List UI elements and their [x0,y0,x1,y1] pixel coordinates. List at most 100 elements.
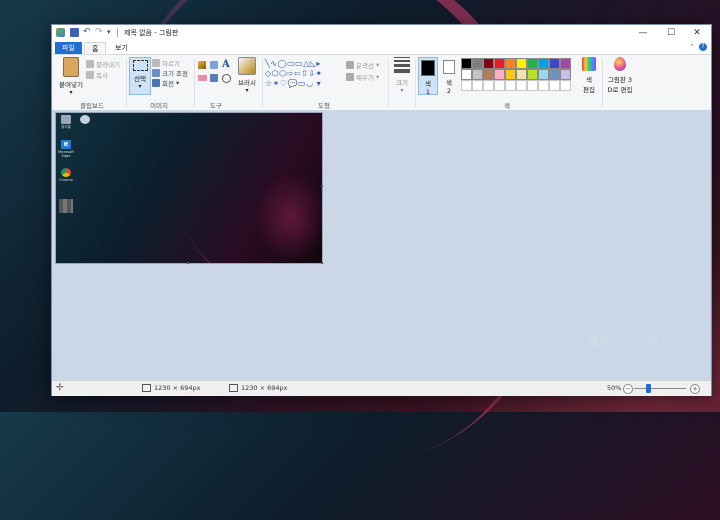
image-size-icon [229,384,238,392]
palette-swatch[interactable] [505,69,516,80]
magnifier-icon[interactable] [222,74,231,83]
tab-file[interactable]: 파일 [55,42,82,54]
color-picker-icon[interactable] [210,74,218,82]
palette-custom-slot[interactable] [505,80,516,91]
palette-custom-slot[interactable] [527,80,538,91]
palette-custom-slot[interactable] [560,80,571,91]
ribbon-separator [194,59,195,107]
window-title: 제목 없음 - 그림판 [124,29,179,37]
color2-number: 2 [446,87,452,95]
size-button[interactable]: 크기 ▾ [391,57,413,94]
shapes-row-3: ☆✶♡💬▭◡ ▾ [265,79,322,88]
palette-swatch[interactable] [560,58,571,69]
canvas-resize-handle[interactable] [321,185,323,187]
edit-colors-label-1: 색 [586,76,592,84]
palette-swatch[interactable] [538,58,549,69]
color2-button[interactable]: 색 2 [440,58,458,95]
palette-swatch[interactable] [483,69,494,80]
canvas-resize-handle[interactable] [321,262,323,264]
shapes-gallery[interactable]: ╲∿◯▭▭△◺▸ ◇⬠⬡⇨⇦⇧⇩✦ ☆✶♡💬▭◡ ▾ [265,59,343,89]
clipboard-group-label: 클립보드 [80,102,104,110]
palette-swatch[interactable] [516,69,527,80]
outline-button[interactable]: 윤곽선 ▾ [346,60,379,70]
ribbon-separator [126,59,127,107]
cut-label: 잘라내기 [96,61,120,69]
palette-swatch[interactable] [527,58,538,69]
zoom-out-button[interactable]: − [623,384,633,394]
palette-swatch[interactable] [527,69,538,80]
color1-number: 1 [425,88,431,96]
fill-bucket-icon[interactable] [210,61,218,69]
resize-button[interactable]: 크기 조정 [152,68,188,78]
palette-swatch[interactable] [494,58,505,69]
palette-swatch[interactable] [483,58,494,69]
palette-custom-slot[interactable] [494,80,505,91]
maximize-button[interactable]: ☐ [658,25,684,41]
pencil-icon[interactable] [198,61,206,69]
palette-custom-slot[interactable] [538,80,549,91]
resize-label: 크기 조정 [162,70,188,78]
drawing-canvas[interactable]: 휴지통 e Microsoft Edge Chrome [55,112,323,264]
fill-dropdown-icon: ▾ [375,73,380,81]
ribbon: 붙여넣기 ▾ 잘라내기 복사 클립보드 선택 ▾ 자르기 크기 조정 회전 ▾ … [52,54,711,111]
zoom-in-button[interactable]: + [690,384,700,394]
palette-swatch[interactable] [549,58,560,69]
minimize-button[interactable]: — [630,25,656,41]
size-dropdown-icon: ▾ [400,87,404,94]
palette-swatch[interactable] [549,69,560,80]
palette-swatch[interactable] [538,69,549,80]
redo-icon[interactable]: ↷ [95,28,104,37]
copy-icon [86,71,94,79]
title-separator [117,28,118,37]
collapse-ribbon-icon[interactable]: ⌃ [689,43,695,51]
palette-swatch[interactable] [494,69,505,80]
zoom-slider-thumb[interactable] [646,384,651,393]
save-icon[interactable] [70,28,79,37]
blurred-icon [59,199,73,213]
paste-label: 붙여넣기 [59,81,83,89]
copy-button[interactable]: 복사 [86,70,108,80]
color1-button[interactable]: 색 1 [418,57,438,96]
recycle-bin-icon: 휴지통 [58,115,74,130]
palette-custom-slot[interactable] [461,80,472,91]
rotate-button[interactable]: 회전 ▾ [152,78,179,88]
palette-swatch[interactable] [560,69,571,80]
edit-colors-button[interactable]: 색 편집 [578,57,600,94]
cut-button[interactable]: 잘라내기 [86,59,120,69]
undo-icon[interactable]: ↶ [83,28,92,37]
palette-custom-slot[interactable] [549,80,560,91]
palette-swatch[interactable] [472,58,483,69]
paste-button[interactable]: 붙여넣기 ▾ [56,57,86,96]
paint3d-button[interactable]: 그림판 3 D로 편집 [605,57,635,94]
palette-swatch[interactable] [505,58,516,69]
quick-access-dropdown-icon[interactable]: ▾ [107,28,116,37]
palette-swatch[interactable] [461,69,472,80]
crop-button[interactable]: 자르기 [152,58,180,68]
paint3d-icon [614,57,626,71]
rotate-dropdown-icon: ▾ [175,79,180,87]
ribbon-separator [415,59,416,107]
text-tool-icon[interactable]: A [222,59,230,70]
zoom-slider-track[interactable] [634,388,686,389]
fill-button[interactable]: 채우기 ▾ [346,72,379,82]
shapes-group-label: 도형 [318,102,330,110]
brushes-label: 브러시 [238,79,256,87]
tab-home[interactable]: 홈 [84,42,107,54]
palette-custom-slot[interactable] [516,80,527,91]
tab-view[interactable]: 보기 [108,42,135,54]
palette-custom-slot[interactable] [472,80,483,91]
shapes-row-1: ╲∿◯▭▭△◺▸ [265,59,321,68]
eraser-icon[interactable] [198,75,207,81]
select-label: 선택 [134,75,146,83]
select-button[interactable]: 선택 ▾ [129,57,151,95]
palette-swatch[interactable] [516,58,527,69]
outline-label: 윤곽선 [356,62,374,70]
canvas-resize-handle[interactable] [187,262,189,264]
close-button[interactable]: ✕ [684,25,710,41]
ribbon-separator [388,59,389,107]
palette-swatch[interactable] [472,69,483,80]
brushes-button[interactable]: 브러시 ▾ [235,57,259,94]
palette-swatch[interactable] [461,58,472,69]
help-icon[interactable]: ? [699,43,707,51]
palette-custom-slot[interactable] [483,80,494,91]
